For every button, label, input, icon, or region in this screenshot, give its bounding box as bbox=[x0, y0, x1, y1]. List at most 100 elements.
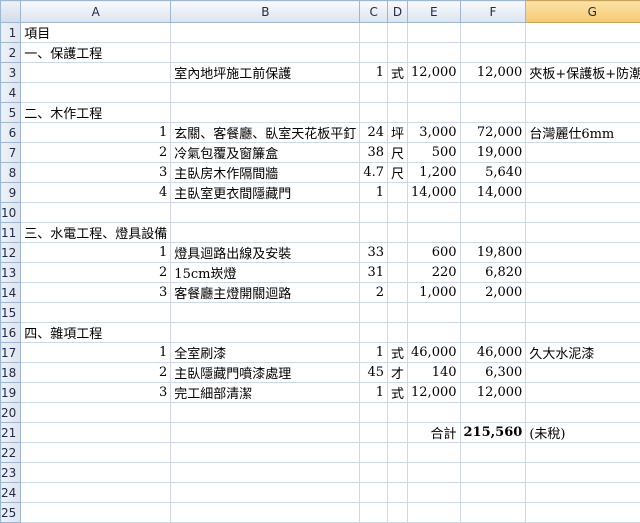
cell-g[interactable] bbox=[526, 203, 640, 223]
cell-b[interactable]: 主臥室更衣間隱藏門 bbox=[171, 183, 360, 203]
cell-a[interactable]: 3 bbox=[21, 383, 171, 403]
cell-d[interactable] bbox=[388, 23, 408, 43]
cell-g[interactable] bbox=[526, 243, 640, 263]
cell-a[interactable]: 1 bbox=[21, 343, 171, 363]
row-header[interactable]: 13 bbox=[1, 263, 21, 283]
row-header[interactable]: 5 bbox=[1, 103, 21, 123]
cell-g[interactable]: 久大水泥漆 bbox=[526, 343, 640, 363]
cell-c[interactable]: 1 bbox=[360, 63, 388, 83]
cell-a[interactable]: 二、木作工程 bbox=[21, 103, 171, 123]
cell-e[interactable]: 600 bbox=[408, 243, 461, 263]
cell-b[interactable]: 15cm崁燈 bbox=[171, 263, 360, 283]
cell-a[interactable]: 四、雜項工程 bbox=[21, 323, 171, 343]
cell-b[interactable]: 玄關、客餐廳、臥室天花板平釘 bbox=[171, 123, 360, 143]
row-header[interactable]: 14 bbox=[1, 283, 21, 303]
cell-c[interactable] bbox=[360, 303, 388, 323]
row-header[interactable]: 17 bbox=[1, 343, 21, 363]
cell-d[interactable]: 式 bbox=[388, 63, 408, 83]
cell-g[interactable] bbox=[526, 263, 640, 283]
cell-b[interactable]: 全室刷漆 bbox=[171, 343, 360, 363]
cell-f[interactable] bbox=[460, 23, 526, 43]
row-header[interactable]: 21 bbox=[1, 423, 21, 443]
cell-d[interactable]: 尺 bbox=[388, 143, 408, 163]
cell-c[interactable] bbox=[360, 503, 388, 523]
cell-f[interactable]: 72,000 bbox=[460, 123, 526, 143]
cell-e[interactable]: 140 bbox=[408, 363, 461, 383]
cell-f[interactable] bbox=[460, 203, 526, 223]
cell-g[interactable] bbox=[526, 143, 640, 163]
column-header-g[interactable]: G bbox=[526, 1, 640, 23]
cell-a[interactable]: 項目 bbox=[21, 23, 171, 43]
cell-d[interactable] bbox=[388, 303, 408, 323]
cell-f[interactable] bbox=[460, 43, 526, 63]
cell-d[interactable] bbox=[388, 223, 408, 243]
cell-g[interactable] bbox=[526, 43, 640, 63]
cell-e[interactable]: 1,000 bbox=[408, 283, 461, 303]
cell-e[interactable] bbox=[408, 403, 461, 423]
cell-c[interactable] bbox=[360, 443, 388, 463]
cell-c[interactable] bbox=[360, 83, 388, 103]
row-header[interactable]: 24 bbox=[1, 483, 21, 503]
cell-a[interactable] bbox=[21, 83, 171, 103]
cell-c[interactable] bbox=[360, 483, 388, 503]
row-header[interactable]: 20 bbox=[1, 403, 21, 423]
cell-f[interactable]: 2,000 bbox=[460, 283, 526, 303]
row-header[interactable]: 2 bbox=[1, 43, 21, 63]
cell-d[interactable] bbox=[388, 503, 408, 523]
cell-b[interactable] bbox=[171, 483, 360, 503]
cell-f[interactable] bbox=[460, 503, 526, 523]
cell-g[interactable] bbox=[526, 103, 640, 123]
cell-d[interactable] bbox=[388, 403, 408, 423]
cell-a[interactable] bbox=[21, 403, 171, 423]
cell-b[interactable] bbox=[171, 83, 360, 103]
column-header-d[interactable]: D bbox=[388, 1, 408, 23]
cell-b[interactable] bbox=[171, 463, 360, 483]
cell-a[interactable] bbox=[21, 423, 171, 443]
row-header[interactable]: 25 bbox=[1, 503, 21, 523]
cell-f[interactable]: 12,000 bbox=[460, 383, 526, 403]
cell-c[interactable]: 31 bbox=[360, 263, 388, 283]
cell-e[interactable] bbox=[408, 323, 461, 343]
cell-b[interactable] bbox=[171, 303, 360, 323]
cell-g[interactable] bbox=[526, 223, 640, 243]
cell-e[interactable] bbox=[408, 223, 461, 243]
cell-d[interactable] bbox=[388, 283, 408, 303]
row-header[interactable]: 7 bbox=[1, 143, 21, 163]
cell-b[interactable] bbox=[171, 403, 360, 423]
cell-d[interactable] bbox=[388, 243, 408, 263]
cell-e[interactable] bbox=[408, 23, 461, 43]
row-header[interactable]: 1 bbox=[1, 23, 21, 43]
cell-d[interactable]: 式 bbox=[388, 383, 408, 403]
cell-b[interactable] bbox=[171, 103, 360, 123]
cell-e[interactable] bbox=[408, 483, 461, 503]
cell-b[interactable]: 主臥房木作隔間牆 bbox=[171, 163, 360, 183]
cell-d[interactable] bbox=[388, 443, 408, 463]
cell-c[interactable] bbox=[360, 423, 388, 443]
cell-f[interactable] bbox=[460, 323, 526, 343]
cell-b[interactable] bbox=[171, 223, 360, 243]
cell-b[interactable] bbox=[171, 503, 360, 523]
cell-d[interactable] bbox=[388, 203, 408, 223]
row-header[interactable]: 19 bbox=[1, 383, 21, 403]
cell-e[interactable]: 220 bbox=[408, 263, 461, 283]
cell-e[interactable]: 3,000 bbox=[408, 123, 461, 143]
cell-a[interactable] bbox=[21, 303, 171, 323]
cell-c[interactable]: 38 bbox=[360, 143, 388, 163]
cell-c[interactable] bbox=[360, 103, 388, 123]
row-header[interactable]: 9 bbox=[1, 183, 21, 203]
cell-a[interactable] bbox=[21, 443, 171, 463]
column-header-f[interactable]: F bbox=[460, 1, 526, 23]
cell-g[interactable]: 夾板+保護板+防潮布 bbox=[526, 63, 640, 83]
cell-d[interactable] bbox=[388, 43, 408, 63]
cell-f[interactable]: 12,000 bbox=[460, 63, 526, 83]
cell-g[interactable]: 台灣麗仕6mm bbox=[526, 123, 640, 143]
cell-c[interactable] bbox=[360, 23, 388, 43]
cell-c[interactable] bbox=[360, 323, 388, 343]
row-header[interactable]: 10 bbox=[1, 203, 21, 223]
cell-f[interactable] bbox=[460, 83, 526, 103]
cell-e[interactable]: 12,000 bbox=[408, 383, 461, 403]
cell-a[interactable] bbox=[21, 63, 171, 83]
cell-f[interactable]: 5,640 bbox=[460, 163, 526, 183]
row-header[interactable]: 8 bbox=[1, 163, 21, 183]
row-header[interactable]: 12 bbox=[1, 243, 21, 263]
